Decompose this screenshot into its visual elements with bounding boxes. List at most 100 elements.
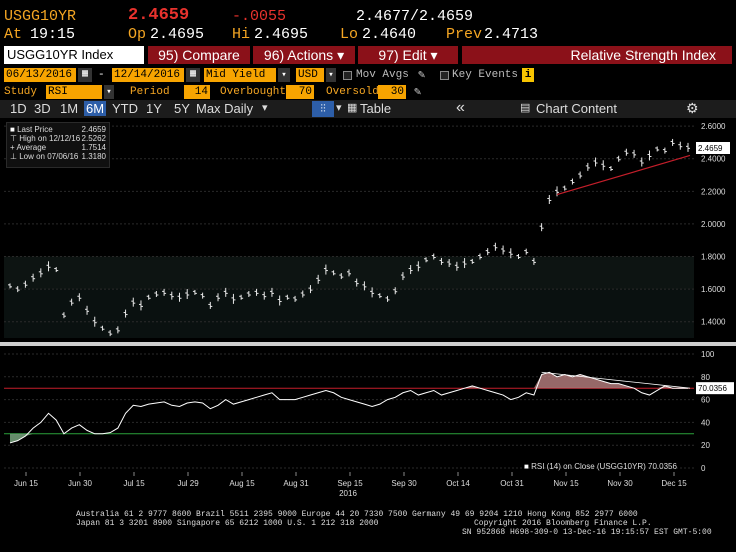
info-icon[interactable]: i [522, 68, 534, 82]
high-label-legend: High on 12/12/16 [19, 134, 81, 143]
study-select[interactable]: RSI [46, 85, 102, 99]
high-label: Hi [232, 26, 251, 43]
x-tick-label: Sep 30 [391, 479, 417, 488]
range-bar: 1D 3D 1M 6M YTD 1Y 5Y Max Daily ▾ ⫶⫶ ▾ ▦ Table… [0, 99, 736, 118]
frequency-select[interactable]: Max Daily [196, 101, 253, 116]
key-events-label: Key Events [452, 69, 519, 81]
range-1y-button[interactable]: 1Y [144, 101, 164, 116]
study-label: Study [4, 86, 38, 98]
x-year-label: 2016 [339, 489, 357, 498]
rsi-legend-label: RSI (14) on Close (USGG10YR) 70.0356 [531, 462, 677, 471]
range-1d-button[interactable]: 1D [8, 101, 29, 116]
compare-button[interactable]: 95) Compare [148, 46, 250, 64]
range-6m-button[interactable]: 6M [84, 101, 107, 116]
start-calendar-icon[interactable]: ▦ [78, 68, 92, 82]
chart-content-button[interactable]: Chart Content [536, 101, 617, 116]
field-select[interactable]: Mid Yield [204, 68, 276, 82]
low-value-legend: 1.3180 [81, 152, 106, 161]
rsi-tick-label: 20 [701, 441, 710, 450]
overbought-label: Overbought [220, 86, 287, 98]
ticker: USGG10YR [4, 8, 77, 25]
range-3d-button[interactable]: 3D [32, 101, 53, 116]
chart-area[interactable]: 2.6000 2.4000 2.2000 2.0000 1.8000 1.6000 1.40… [0, 118, 736, 510]
chart-type-dropdown-icon[interactable]: ▾ [336, 101, 342, 114]
open-label: Op [128, 26, 147, 43]
prev-value: 2.4713 [484, 26, 539, 43]
chart-content-icon[interactable]: ▤ [520, 101, 530, 114]
study-title: Relative Strength Index [462, 46, 732, 64]
quote-header: USGG10YR 2.4659 -.0055 2.4677/2.4659 At … [0, 0, 736, 44]
at-label: At [4, 26, 23, 43]
start-date-field[interactable]: 06/13/2016 [4, 68, 76, 82]
actions-label: 96) Actions [263, 47, 334, 63]
end-date-field[interactable]: 12/14/2016 [112, 68, 184, 82]
actions-dropdown-icon: ▾ [337, 47, 345, 63]
mov-avgs-label: Mov Avgs [356, 69, 409, 81]
function-toolbar: USGG10YR Index 95) Compare 96) Actions ▾… [0, 44, 736, 66]
frequency-dropdown-icon[interactable]: ▾ [262, 101, 268, 114]
pencil-icon[interactable]: ✎ [418, 67, 425, 82]
currency-dropdown-icon[interactable]: ▾ [326, 68, 336, 82]
rsi-legend-swatch: ■ [524, 462, 529, 471]
edit-button[interactable]: 97) Edit ▾ [358, 46, 458, 64]
last-price-value: 2.4659 [81, 125, 106, 134]
rsi-tick-label: 100 [701, 350, 715, 359]
range-ytd-button[interactable]: YTD [110, 101, 140, 116]
footer: Australia 61 2 9777 8600 Brazil 5511 239… [0, 508, 736, 552]
mov-avgs-checkbox[interactable] [343, 71, 352, 80]
average-value: 1.7514 [81, 143, 106, 152]
price-tick-label: 1.6000 [701, 285, 726, 294]
edit-label: 97) Edit [378, 47, 427, 63]
last-time: 19:15 [30, 26, 76, 43]
high-value-legend: 2.5262 [81, 134, 106, 143]
period-label: Period [130, 86, 170, 98]
x-tick-label: Dec 15 [661, 479, 687, 488]
x-tick-label: Aug 31 [283, 479, 309, 488]
high-value: 2.4695 [254, 26, 309, 43]
x-tick-label: Jun 15 [14, 479, 39, 488]
x-tick-label: Sep 15 [337, 479, 363, 488]
price-band-lower [4, 289, 694, 338]
field-dropdown-icon[interactable]: ▾ [278, 68, 290, 82]
end-calendar-icon[interactable]: ▦ [186, 68, 200, 82]
key-events-checkbox[interactable] [440, 71, 449, 80]
low-value: 2.4640 [362, 26, 417, 43]
date-separator: - [98, 69, 105, 81]
last-price: 2.4659 [128, 6, 190, 25]
study-pencil-icon[interactable]: ✎ [414, 84, 421, 99]
x-tick-label: Jun 30 [68, 479, 93, 488]
actions-button[interactable]: 96) Actions ▾ [253, 46, 355, 64]
footer-copyright: Copyright 2016 Bloomberg Finance L.P. [474, 519, 652, 528]
rsi-tick-label: 40 [701, 418, 710, 427]
table-icon[interactable]: ▦ [347, 101, 357, 114]
price-last-label: 2.4659 [698, 144, 723, 153]
collapse-panel-icon[interactable]: « [456, 99, 465, 117]
overbought-input[interactable]: 70 [286, 85, 314, 99]
rsi-last-label: 70.0356 [698, 384, 727, 393]
prev-label: Prev [446, 26, 483, 43]
price-tick-label: 2.6000 [701, 122, 726, 131]
currency-select[interactable]: USD [296, 68, 324, 82]
last-price-icon: ■ [10, 125, 15, 134]
x-tick-label: Nov 30 [607, 479, 633, 488]
range-1m-button[interactable]: 1M [58, 101, 80, 116]
oversold-input[interactable]: 30 [378, 85, 406, 99]
range-5y-button[interactable]: 5Y [172, 101, 192, 116]
study-controls: Study RSI ▾ Period 14 Overbought 70 Over… [0, 84, 736, 100]
period-input[interactable]: 14 [184, 85, 210, 99]
chart-type-button[interactable]: ⫶⫶ [312, 101, 334, 117]
average-marker-icon: + [10, 143, 15, 152]
bid-ask: 2.4677/2.4659 [356, 8, 474, 25]
study-dropdown-icon[interactable]: ▾ [104, 85, 114, 99]
security-index-field[interactable]: USGG10YR Index [4, 46, 144, 64]
settings-gear-icon[interactable]: ⚙ [686, 100, 699, 117]
date-controls: 06/13/2016 ▦ - 12/14/2016 ▦ Mid Yield ▾ … [0, 66, 736, 84]
average-label: Average [16, 143, 47, 152]
table-button[interactable]: Table [360, 101, 391, 116]
rsi-tick-label: 60 [701, 396, 710, 405]
price-tick-label: 2.2000 [701, 187, 726, 196]
price-tick-label: 2.4000 [701, 155, 726, 164]
footer-phones: Australia 61 2 9777 8600 Brazil 5511 239… [76, 510, 638, 519]
price-tick-label: 2.0000 [701, 220, 726, 229]
open-value: 2.4695 [150, 26, 205, 43]
